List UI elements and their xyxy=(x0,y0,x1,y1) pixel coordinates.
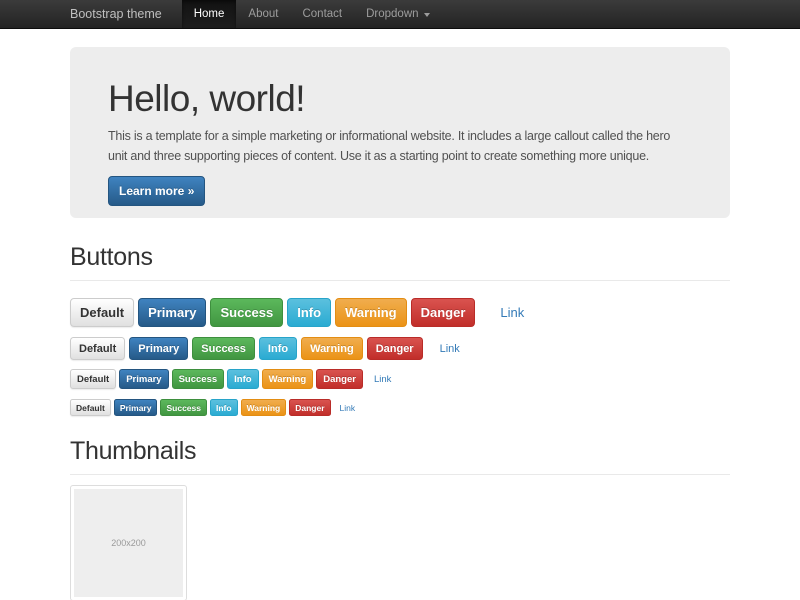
success-button[interactable]: Success xyxy=(192,337,255,360)
hero-description: This is a template for a simple marketin… xyxy=(108,126,692,166)
primary-button-large[interactable]: Primary xyxy=(138,298,206,327)
danger-button-small[interactable]: Danger xyxy=(316,369,363,389)
primary-button-small[interactable]: Primary xyxy=(119,369,168,389)
navbar-brand[interactable]: Bootstrap theme xyxy=(70,0,182,28)
button-row-extra-small: Default Primary Success Info Warning Dan… xyxy=(70,399,730,416)
chevron-down-icon xyxy=(424,13,430,17)
placeholder-image: 200x200 xyxy=(74,489,183,597)
info-button-small[interactable]: Info xyxy=(227,369,258,389)
link-button[interactable]: Link xyxy=(432,338,468,359)
info-button-xs[interactable]: Info xyxy=(210,399,238,416)
nav-item-dropdown[interactable]: Dropdown xyxy=(354,0,441,28)
navbar: Bootstrap theme Home About Contact Dropd… xyxy=(0,0,800,29)
success-button-large[interactable]: Success xyxy=(210,298,283,327)
thumbnails-section-header: Thumbnails xyxy=(70,437,730,475)
hero-unit: Hello, world! This is a template for a s… xyxy=(70,47,730,218)
default-button[interactable]: Default xyxy=(70,337,125,360)
nav-item-dropdown-label: Dropdown xyxy=(366,0,418,28)
link-button-large[interactable]: Link xyxy=(491,299,533,326)
navbar-nav: Home About Contact Dropdown xyxy=(182,0,442,28)
nav-item-contact[interactable]: Contact xyxy=(290,0,354,28)
placeholder-label: 200x200 xyxy=(111,538,146,548)
success-button-xs[interactable]: Success xyxy=(160,399,207,416)
nav-item-home[interactable]: Home xyxy=(182,0,237,28)
button-row-small: Default Primary Success Info Warning Dan… xyxy=(70,369,730,389)
danger-button-xs[interactable]: Danger xyxy=(289,399,330,416)
default-button-large[interactable]: Default xyxy=(70,298,134,327)
thumbnails-heading: Thumbnails xyxy=(70,437,730,466)
danger-button[interactable]: Danger xyxy=(367,337,423,360)
button-row-large: Default Primary Success Info Warning Dan… xyxy=(70,298,730,327)
nav-item-about[interactable]: About xyxy=(236,0,290,28)
primary-button[interactable]: Primary xyxy=(129,337,188,360)
link-button-small[interactable]: Link xyxy=(368,370,397,388)
learn-more-button[interactable]: Learn more » xyxy=(108,176,205,206)
default-button-small[interactable]: Default xyxy=(70,369,116,389)
thumbnail[interactable]: 200x200 xyxy=(70,485,187,600)
warning-button-small[interactable]: Warning xyxy=(262,369,314,389)
info-button-large[interactable]: Info xyxy=(287,298,331,327)
buttons-section-header: Buttons xyxy=(70,243,730,281)
link-button-xs[interactable]: Link xyxy=(335,400,361,415)
success-button-small[interactable]: Success xyxy=(172,369,225,389)
info-button[interactable]: Info xyxy=(259,337,297,360)
warning-button[interactable]: Warning xyxy=(301,337,363,360)
warning-button-xs[interactable]: Warning xyxy=(241,399,287,416)
default-button-xs[interactable]: Default xyxy=(70,399,111,416)
danger-button-large[interactable]: Danger xyxy=(411,298,476,327)
hero-title: Hello, world! xyxy=(108,80,692,117)
buttons-heading: Buttons xyxy=(70,243,730,272)
warning-button-large[interactable]: Warning xyxy=(335,298,407,327)
primary-button-xs[interactable]: Primary xyxy=(114,399,158,416)
button-row-default: Default Primary Success Info Warning Dan… xyxy=(70,337,730,360)
